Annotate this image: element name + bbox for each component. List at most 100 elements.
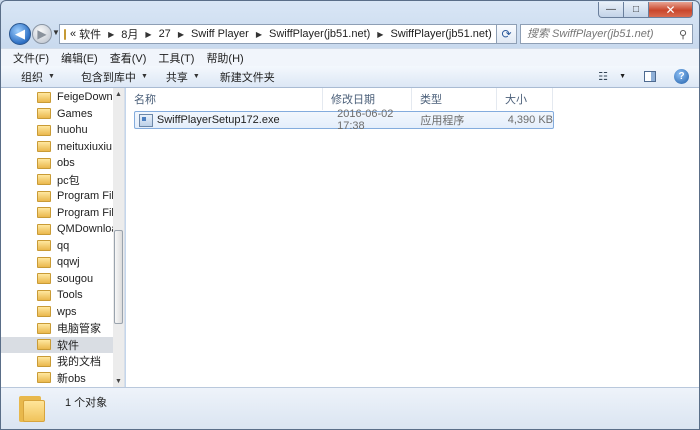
caption-buttons: — □ ✕ [598,2,693,18]
folder-icon [37,124,51,136]
menu-bar: 文件(F) 编辑(E) 查看(V) 工具(T) 帮助(H) [1,48,699,66]
breadcrumb-chevron-icon[interactable]: ▶ [373,30,387,39]
organize-label: 组织 [21,71,43,84]
sidebar-item-label: 我的文档 [57,356,101,368]
sidebar-item[interactable]: Program Files [1,188,113,204]
minimize-button[interactable]: — [598,2,624,18]
menu-edit[interactable]: 编辑(E) [55,50,104,66]
search-icon[interactable]: ⚲ [679,28,687,41]
menu-tools[interactable]: 工具(T) [152,50,200,66]
file-type: 应用程序 [420,115,465,127]
organize-button[interactable]: 组织 ▼ [13,69,63,85]
sidebar-item-label: 电脑管家 [57,323,101,335]
item-count: 1 个对象 [65,397,108,409]
view-options-icon[interactable]: ☷ [595,70,611,84]
sidebar-item[interactable]: 电脑管家 [1,320,113,336]
file-row[interactable]: SwiffPlayerSetup172.exe 2016-06-02 17:38… [134,108,554,132]
close-button[interactable]: ✕ [649,2,693,18]
sidebar-item[interactable]: qq [1,238,113,254]
sidebar-item-label: FeigeDownload [57,91,113,103]
breadcrumb-item[interactable]: SwiffPlayer(jb51.net) [266,28,373,40]
preview-pane-icon[interactable] [644,71,656,82]
search-input[interactable] [527,28,667,40]
breadcrumb-chevron-icon[interactable]: ▶ [174,30,188,39]
sidebar-item-label: Tools [57,289,83,301]
breadcrumb-item[interactable]: 27 [156,28,174,40]
scroll-up-icon[interactable]: ▲ [113,88,124,100]
folder-icon [37,174,51,185]
folder-icon [37,339,51,350]
menu-view[interactable]: 查看(V) [104,50,153,66]
file-size: 4,390 KB [507,114,553,126]
folder-icon [37,306,51,317]
back-arrow-icon[interactable]: ◀ [9,23,31,45]
maximize-button[interactable]: □ [624,2,649,18]
sidebar-item-label: wps [57,305,77,318]
sidebar-item[interactable]: 新obs [1,370,113,386]
chevron-down-icon: ▼ [48,73,55,80]
sidebar-item-label: pc包 [57,174,80,187]
file-list: 名称 修改日期 类型 大小 SwiffPlayerSetup172.exe 20… [126,88,699,387]
breadcrumb-item[interactable]: 软件 [76,26,104,42]
menu-file[interactable]: 文件(F) [7,50,55,66]
forward-arrow-icon[interactable]: ▶ [32,24,52,44]
sidebar-item[interactable]: huohu [1,122,113,138]
sidebar-item[interactable]: QMDownload [1,221,113,237]
folder-icon [37,157,51,169]
search-box[interactable]: ⚲ [520,24,693,44]
breadcrumb-chevron-icon[interactable]: ▶ [104,30,118,39]
navigation-pane: FeigeDownload Games huohu meituxiuxiu ob… [1,88,125,387]
help-icon[interactable]: ? [674,69,689,84]
menu-help[interactable]: 帮助(H) [200,50,249,66]
folder-icon [37,322,51,334]
command-bar: 组织 ▼ 包含到库中 ▼ 共享 ▼ 新建文件夹 ☷ ▼ ? [1,66,699,88]
folder-icon [37,355,51,367]
sidebar-item-label: obs [57,157,75,169]
explorer-window: — □ ✕ ◀ ▶ ▼ « 软件 ▶ 8月 ▶ 27 ▶ Swiff Playe… [0,0,700,430]
refresh-icon[interactable]: ⟳ [497,24,517,44]
folder-icon [37,372,51,383]
sidebar-item[interactable]: meituxiuxiu [1,139,113,155]
sidebar-item[interactable]: FeigeDownload [1,89,113,105]
share-button[interactable]: 共享 ▼ [158,69,208,85]
breadcrumb-item[interactable]: SwiffPlayer(jb51.net) [387,28,494,40]
address-bar[interactable]: « 软件 ▶ 8月 ▶ 27 ▶ Swiff Player ▶ SwiffPla… [59,24,497,44]
column-type[interactable]: 类型 [412,88,497,110]
view-controls: ☷ ▼ ? [595,69,689,84]
folder-icon [37,91,51,103]
chevron-down-icon: ▼ [140,73,148,80]
sidebar-item[interactable]: Tools [1,287,113,303]
sidebar-scrollbar[interactable]: ▲ ▼ [113,88,124,387]
include-library-label: 包含到库中 [80,71,136,84]
sidebar-item-selected[interactable]: 软件 [1,336,113,353]
sidebar-item[interactable]: pc包 [1,172,113,188]
sidebar-item-label: 软件 [57,339,79,352]
column-name[interactable]: 名称 [126,88,323,110]
sidebar-item-label: sougou [57,272,94,285]
column-size[interactable]: 大小 [497,88,553,110]
scrollbar-thumb[interactable] [114,230,123,324]
include-library-button[interactable]: 包含到库中 ▼ [73,69,156,85]
sidebar-item[interactable]: wps [1,304,113,320]
sidebar-item[interactable]: 我的文档 [1,353,113,369]
folder-icon [37,223,51,235]
scroll-down-icon[interactable]: ▼ [113,375,124,387]
new-folder-button[interactable]: 新建文件夹 [212,69,283,85]
sidebar-item-label: Program Files [57,206,113,219]
chevron-down-icon[interactable]: ▼ [619,73,626,80]
sidebar-item[interactable]: obs [1,155,113,171]
breadcrumb-item[interactable]: 8月 [118,26,141,42]
breadcrumb-chevron-icon[interactable]: ▶ [252,30,266,39]
folder-icon [37,207,51,218]
sidebar-item[interactable]: Program Files [1,205,113,221]
sidebar-item[interactable]: qqwj [1,254,113,270]
breadcrumb-item[interactable]: Swiff Player [188,28,252,40]
sidebar-item[interactable]: sougou [1,271,113,287]
folder-icon [37,273,51,284]
folder-icon [37,289,51,301]
sidebar-item[interactable]: Games [1,106,113,122]
sidebar-item-label: huohu [57,124,88,136]
breadcrumb-chevron-icon[interactable]: ▶ [141,30,155,39]
folder-icon [37,256,51,268]
column-date[interactable]: 修改日期 [323,88,412,110]
